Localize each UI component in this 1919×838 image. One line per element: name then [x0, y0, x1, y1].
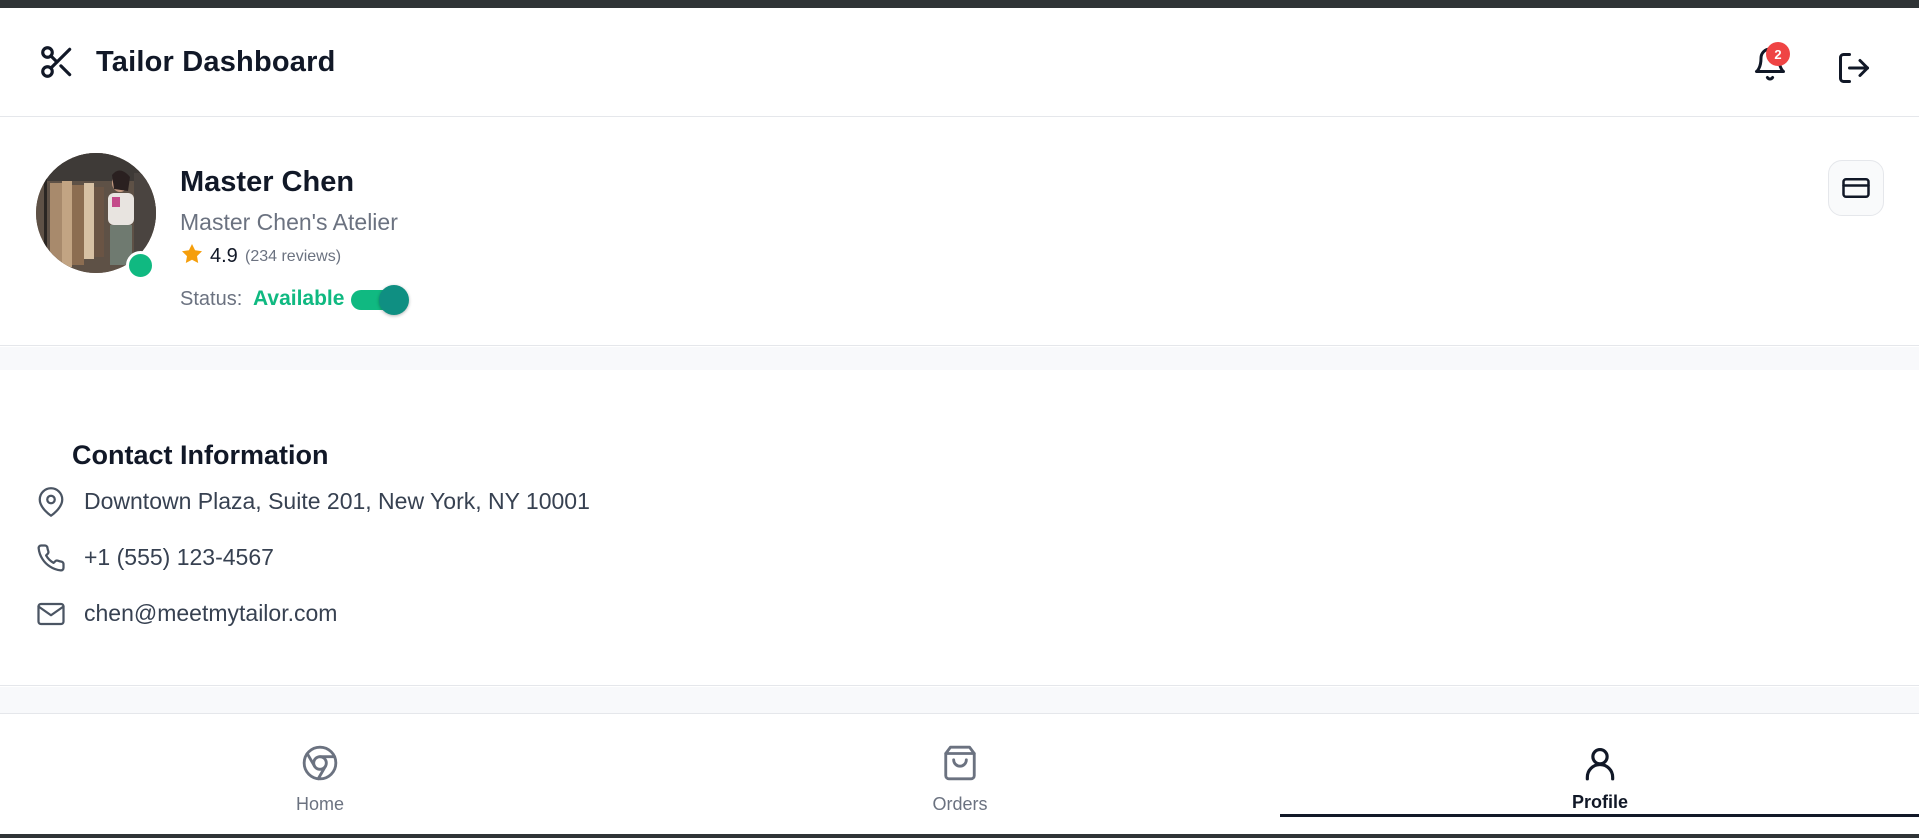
status-value: Available [253, 287, 345, 310]
address-text: Downtown Plaza, Suite 201, New York, NY … [84, 488, 590, 514]
active-tab-indicator [1280, 814, 1919, 817]
nav-orders[interactable]: Orders [640, 714, 1280, 834]
app-title: Tailor Dashboard [96, 46, 336, 78]
contact-section: Contact Information Downtown Plaza, Suit… [0, 370, 1919, 686]
availability-toggle[interactable] [351, 285, 411, 315]
logout-icon[interactable] [1836, 50, 1872, 86]
nav-home[interactable]: Home [0, 714, 640, 834]
credit-card-icon [1842, 178, 1870, 198]
nav-profile-label: Profile [1571, 792, 1628, 812]
shopping-bag-icon [944, 745, 976, 781]
app-frame: Tailor Dashboard 2 Master Chen Master Ch… [0, 8, 1919, 834]
map-pin-icon [38, 487, 64, 517]
phone-text: +1 (555) 123-4567 [84, 544, 274, 570]
bottom-navigation: Home Orders Profile [0, 713, 1919, 834]
status-label: Status: [180, 288, 243, 310]
notification-badge: 2 [1766, 42, 1790, 66]
scissors-icon [41, 46, 72, 78]
phone-icon [37, 544, 65, 572]
shop-name: Master Chen's Atelier [180, 209, 398, 235]
nav-orders-label: Orders [932, 794, 988, 814]
payment-card-button[interactable] [1828, 160, 1884, 216]
chrome-icon [302, 745, 338, 781]
nav-profile[interactable]: Profile [1280, 714, 1919, 834]
user-icon [1585, 747, 1615, 781]
online-status-dot [126, 251, 155, 280]
top-header: Tailor Dashboard 2 [0, 8, 1919, 117]
email-text: chen@meetmytailor.com [84, 600, 338, 626]
toggle-knob [379, 285, 409, 315]
star-icon [182, 244, 202, 264]
review-count: (234 reviews) [245, 248, 342, 265]
nav-home-label: Home [295, 794, 344, 814]
profile-card: Master Chen Master Chen's Atelier 4.9 (2… [0, 118, 1919, 346]
rating-value: 4.9 [210, 245, 238, 267]
mail-icon [37, 602, 65, 626]
tailor-name: Master Chen [180, 166, 355, 198]
contact-title: Contact Information [72, 440, 329, 470]
section-spacer [0, 347, 1919, 370]
section-spacer [0, 687, 1919, 713]
